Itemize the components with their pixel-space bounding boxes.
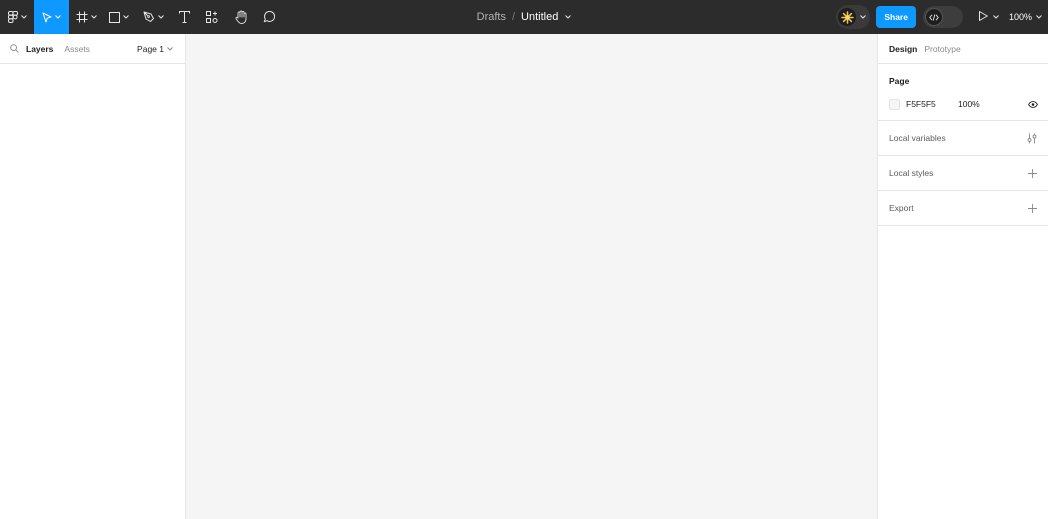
breadcrumb-separator: /	[511, 11, 516, 23]
chevron-down-icon	[157, 15, 164, 19]
pen-tool-button[interactable]	[135, 0, 171, 34]
left-panel-tabs: Layers Assets Page 1	[0, 34, 185, 64]
comment-icon	[263, 11, 275, 23]
zoom-menu[interactable]: 100%	[1009, 12, 1042, 22]
resources-icon	[206, 11, 218, 23]
move-tool-icon	[42, 12, 52, 23]
comment-tool-button[interactable]	[255, 0, 283, 34]
plus-icon[interactable]	[1028, 168, 1037, 178]
local-variables-label: Local variables	[889, 133, 946, 143]
main-menu-button[interactable]	[0, 0, 34, 34]
chevron-down-icon	[123, 15, 129, 19]
page-color-swatch[interactable]	[889, 98, 900, 110]
hand-tool-icon	[235, 10, 248, 24]
local-styles-section[interactable]: Local styles	[878, 156, 1048, 191]
chevron-down-icon	[993, 15, 999, 19]
page-fill-hex[interactable]: F5F5F5	[906, 99, 958, 109]
local-styles-label: Local styles	[889, 168, 934, 178]
resources-button[interactable]	[197, 0, 227, 34]
zoom-level: 100%	[1008, 12, 1032, 22]
text-tool-button[interactable]	[171, 0, 197, 34]
right-panel-tabs: Design Prototype	[878, 34, 1048, 64]
tab-layers[interactable]: Layers	[26, 44, 53, 54]
dev-mode-icon	[924, 8, 943, 26]
chevron-down-icon	[90, 15, 97, 19]
page-section-title: Page	[889, 76, 910, 86]
page-fill-opacity[interactable]: 100%	[958, 99, 980, 109]
tab-prototype[interactable]: Prototype	[924, 44, 960, 54]
local-variables-section[interactable]: Local variables	[878, 121, 1048, 156]
file-name[interactable]: Untitled	[521, 11, 558, 23]
rectangle-tool-icon	[109, 11, 120, 23]
page-selector[interactable]: Page 1	[137, 44, 173, 54]
chevron-down-icon	[167, 46, 173, 51]
export-section[interactable]: Export	[878, 191, 1048, 226]
toolbar-right: Share 100%	[836, 0, 1048, 34]
shape-tool-button[interactable]	[103, 0, 135, 34]
chevron-down-icon	[1036, 15, 1042, 19]
chevron-down-icon	[20, 15, 27, 19]
dev-mode-toggle[interactable]	[922, 6, 963, 28]
figma-main-menu-icon	[7, 11, 18, 23]
move-tool-button[interactable]	[34, 0, 69, 34]
chevron-down-icon[interactable]	[565, 15, 572, 19]
tab-design[interactable]: Design	[889, 44, 917, 54]
frame-tool-button[interactable]	[69, 0, 103, 34]
frame-tool-icon	[76, 11, 88, 23]
chevron-down-icon	[55, 15, 61, 19]
page-fill-row: F5F5F5 100%	[889, 98, 1038, 110]
layers-panel: Layers Assets Page 1	[0, 34, 186, 519]
page-section: Page F5F5F5 100%	[878, 64, 1048, 121]
tab-assets[interactable]: Assets	[64, 44, 90, 54]
page-selector-label: Page 1	[137, 43, 164, 54]
variables-icon[interactable]	[1027, 133, 1037, 144]
share-button[interactable]: Share	[876, 6, 916, 28]
export-label: Export	[889, 203, 914, 213]
design-panel: Design Prototype Page F5F5F5 100% Local …	[877, 34, 1048, 519]
chevron-down-icon	[860, 15, 867, 19]
pen-tool-icon	[143, 11, 155, 23]
eye-icon[interactable]	[1028, 100, 1038, 108]
canvas[interactable]	[186, 34, 877, 519]
hand-tool-button[interactable]	[227, 0, 255, 34]
plus-icon[interactable]	[1028, 203, 1037, 213]
text-tool-icon	[178, 11, 190, 23]
breadcrumb-drafts[interactable]: Drafts	[477, 11, 506, 23]
user-menu[interactable]	[836, 5, 871, 29]
search-icon[interactable]	[10, 44, 19, 53]
present-icon	[978, 10, 988, 24]
toolbar: Drafts / Untitled Share 100%	[0, 0, 1048, 34]
avatar-icon	[838, 8, 857, 26]
present-button[interactable]	[978, 10, 999, 24]
